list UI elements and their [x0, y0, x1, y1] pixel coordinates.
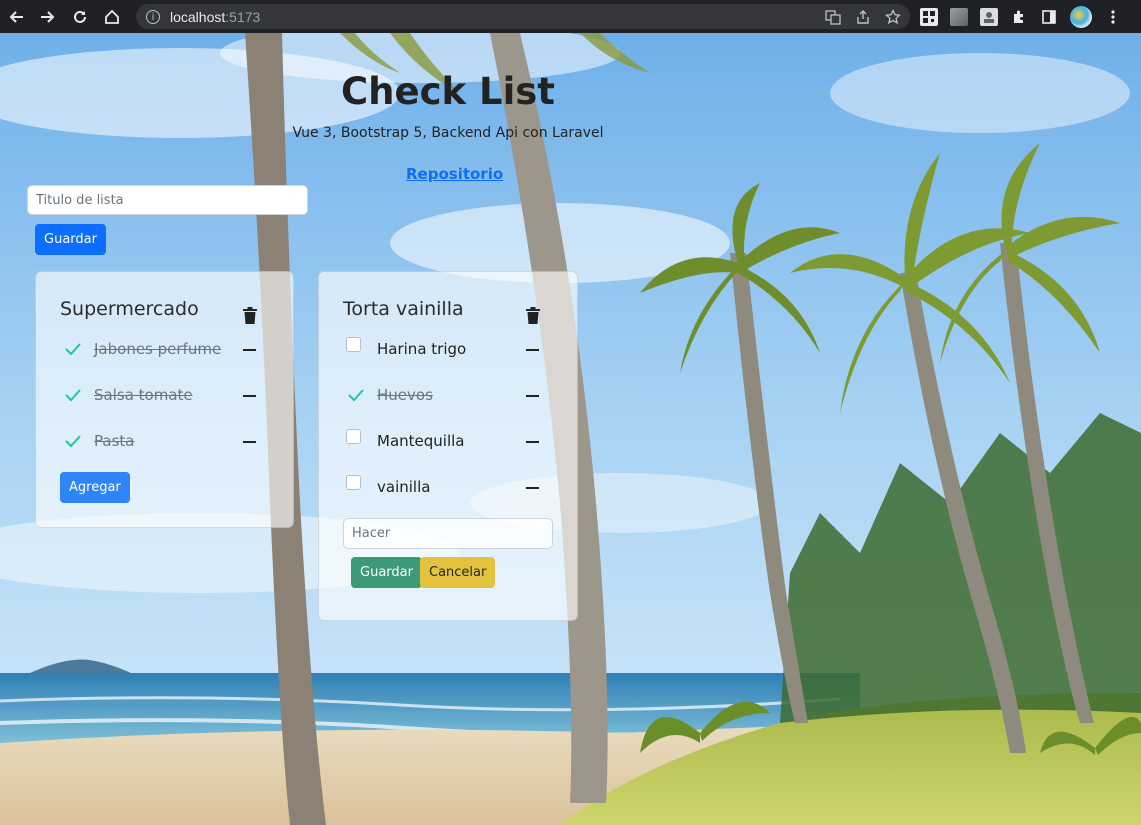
share-icon[interactable]	[854, 8, 872, 26]
list-item: vainilla	[343, 475, 553, 500]
remove-item-icon[interactable]	[243, 441, 256, 443]
item-checkbox[interactable]	[346, 337, 361, 352]
trash-icon[interactable]	[242, 307, 258, 324]
address-url[interactable]: localhost:5173	[170, 9, 260, 25]
list-title-input[interactable]	[27, 185, 308, 215]
browser-menu-icon[interactable]	[1104, 8, 1122, 26]
add-item-button[interactable]: Agregar	[60, 472, 130, 503]
remove-item-icon[interactable]	[243, 395, 256, 397]
item-text: Jabones perfume	[94, 340, 222, 358]
forward-icon[interactable]	[32, 0, 64, 33]
check-icon[interactable]	[64, 432, 82, 450]
translate-icon[interactable]	[824, 8, 842, 26]
bookmark-star-icon[interactable]	[884, 8, 902, 26]
extension-gray-icon[interactable]	[950, 7, 968, 26]
remove-item-icon[interactable]	[526, 441, 539, 443]
repository-link[interactable]: Repositorio	[406, 165, 503, 183]
check-icon[interactable]	[64, 386, 82, 404]
remove-item-icon[interactable]	[526, 395, 539, 397]
trash-icon[interactable]	[525, 307, 541, 324]
page-subtitle: Vue 3, Bootstrap 5, Backend Api con Lara…	[292, 125, 604, 141]
item-text: Salsa tomate	[94, 386, 193, 404]
save-list-button[interactable]: Guardar	[35, 224, 106, 255]
item-text: vainilla	[377, 478, 431, 496]
site-info-icon[interactable]: i	[146, 9, 160, 24]
home-icon[interactable]	[96, 0, 128, 33]
list-item: Pasta	[60, 430, 270, 454]
item-text: Huevos	[377, 386, 433, 404]
cancel-item-button[interactable]: Cancelar	[420, 557, 496, 588]
profile-avatar-icon[interactable]	[1070, 5, 1092, 28]
card-title: Torta vainilla	[343, 298, 464, 320]
extensions-puzzle-icon[interactable]	[1010, 8, 1028, 26]
qr-code-icon[interactable]	[920, 7, 938, 26]
remove-item-icon[interactable]	[243, 349, 256, 351]
item-checkbox[interactable]	[346, 475, 361, 490]
back-icon[interactable]	[0, 0, 32, 33]
list-item: Huevos	[343, 384, 553, 408]
card-title: Supermercado	[60, 298, 199, 320]
item-text: Harina trigo	[377, 340, 467, 358]
address-bar[interactable]: i localhost:5173	[136, 4, 910, 29]
remove-item-icon[interactable]	[526, 487, 539, 489]
browser-toolbar: i localhost:5173	[0, 0, 1141, 33]
reload-icon[interactable]	[64, 0, 96, 33]
list-item: Harina trigo	[343, 337, 553, 362]
save-item-button[interactable]: Guardar	[351, 557, 422, 588]
list-item: Salsa tomate	[60, 384, 270, 408]
check-icon[interactable]	[347, 386, 365, 404]
check-icon[interactable]	[64, 340, 82, 358]
checklist-card: Torta vainilla Harina trigo Huevos Mante…	[318, 271, 578, 621]
list-item: Mantequilla	[343, 429, 553, 454]
checklist-card: Supermercado Jabones perfume Salsa tomat…	[35, 271, 294, 528]
item-checkbox[interactable]	[346, 429, 361, 444]
item-text: Mantequilla	[377, 432, 465, 450]
extension-image-icon[interactable]	[980, 7, 998, 26]
new-item-input[interactable]	[343, 518, 553, 549]
list-item: Jabones perfume	[60, 338, 270, 362]
remove-item-icon[interactable]	[526, 349, 539, 351]
page-title: Check List	[341, 70, 555, 113]
item-text: Pasta	[94, 432, 135, 450]
side-panel-icon[interactable]	[1040, 8, 1058, 26]
